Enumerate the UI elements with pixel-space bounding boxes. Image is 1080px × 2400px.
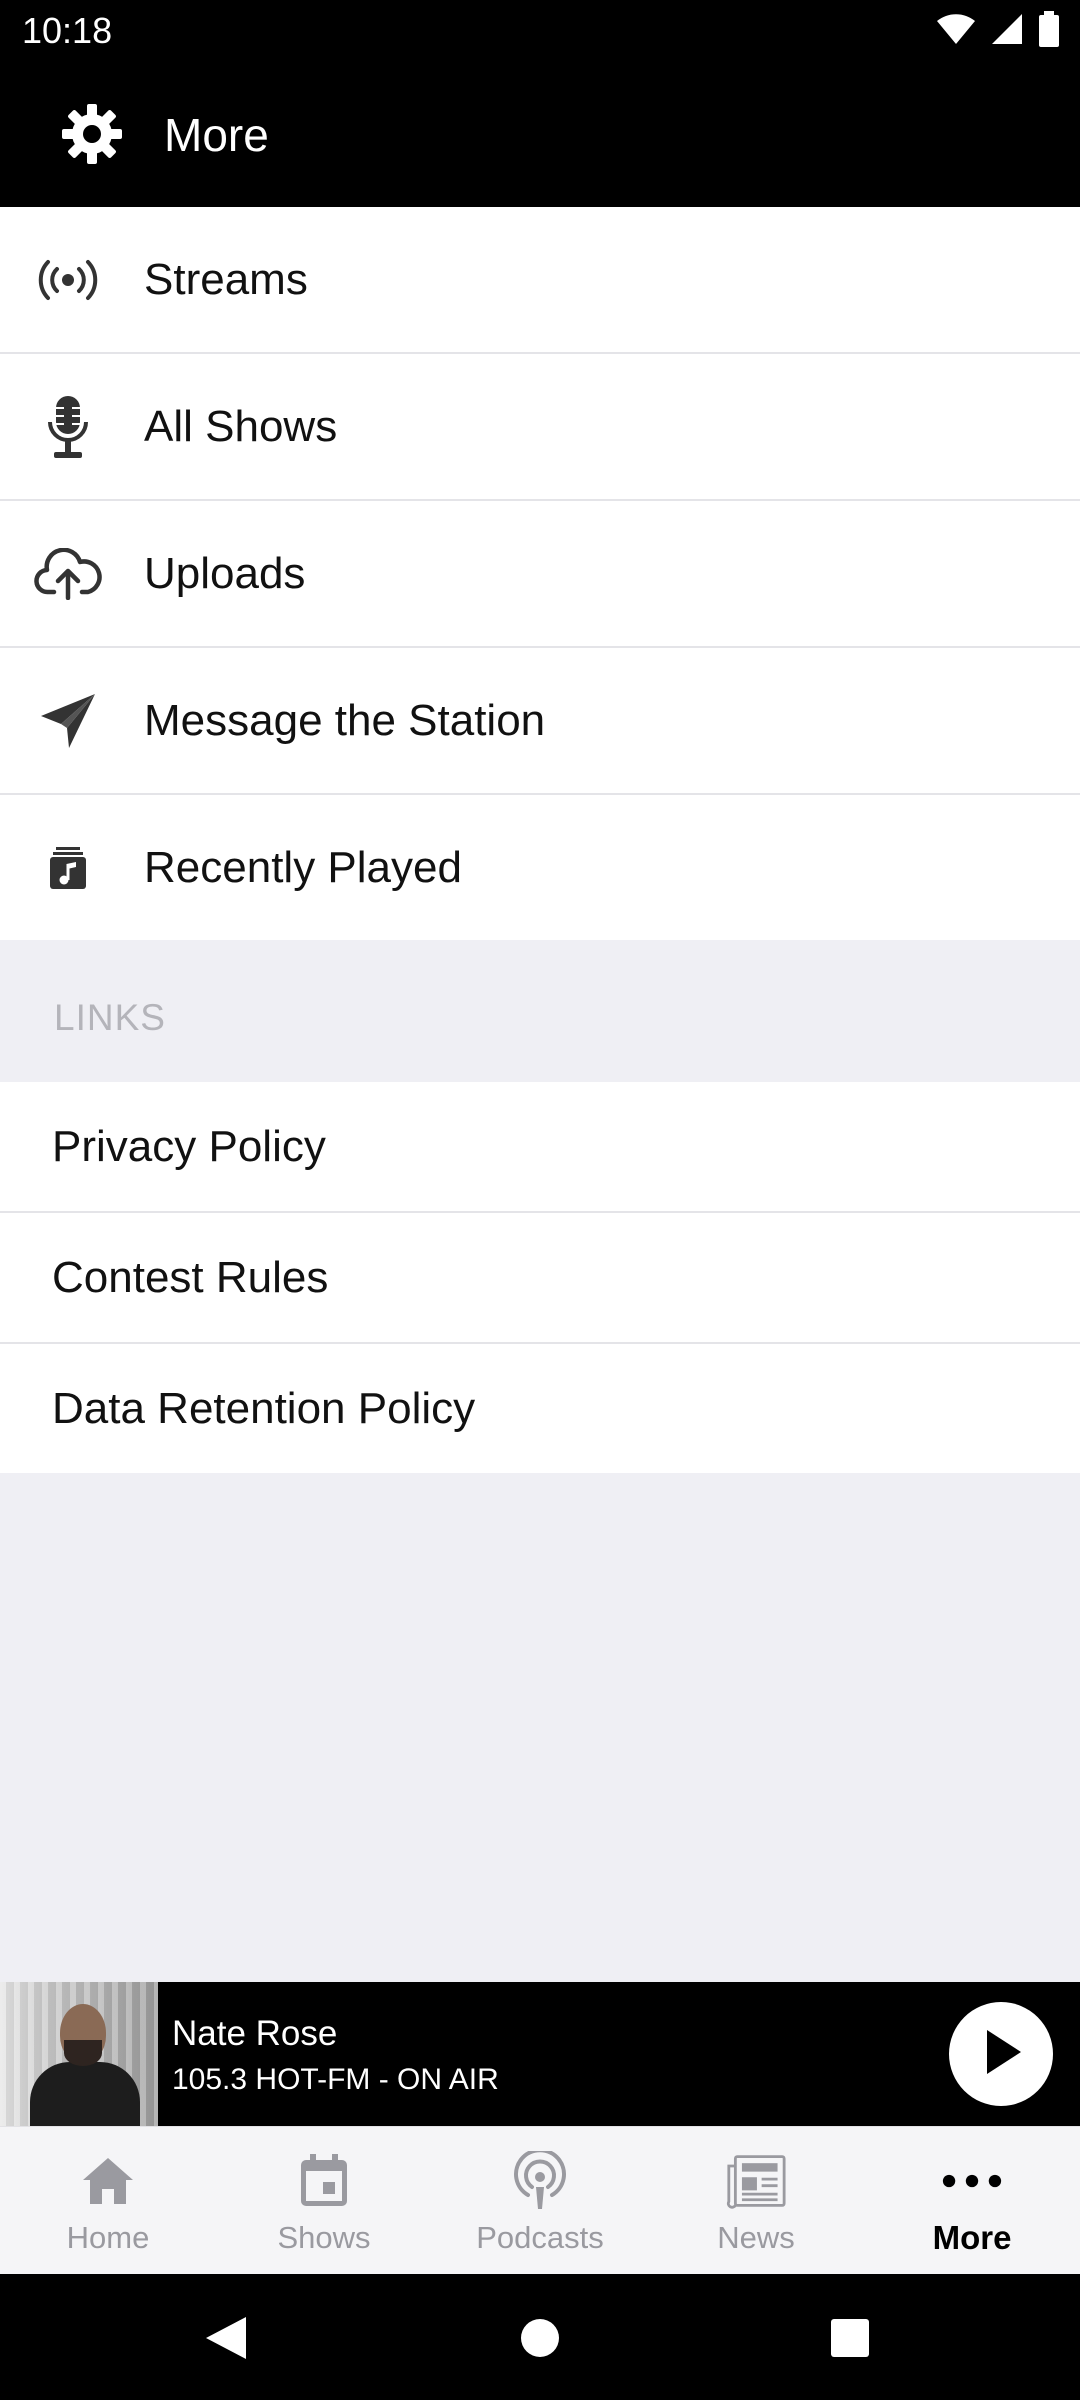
menu-item-label: Message the Station [144, 696, 546, 745]
more-dots-icon [942, 2151, 1002, 2211]
status-time: 10:18 [22, 10, 113, 51]
battery-icon [1038, 10, 1060, 52]
show-artwork [0, 1982, 158, 2126]
menu-item-all-shows[interactable]: All Shows [0, 354, 1080, 501]
menu-item-message-station[interactable]: Message the Station [0, 648, 1080, 795]
player-title: Nate Rose [172, 2014, 338, 2053]
links-list: Privacy Policy Contest Rules Data Retent… [0, 1082, 1080, 1473]
recents-icon[interactable] [820, 2308, 880, 2368]
mini-player[interactable]: Nate Rose 105.3 HOT-FM - ON AIR [0, 1982, 1080, 2126]
menu-item-uploads[interactable]: Uploads [0, 501, 1080, 648]
link-privacy-policy[interactable]: Privacy Policy [0, 1082, 1080, 1213]
home-icon [78, 2151, 138, 2211]
tab-label: More [932, 2219, 1012, 2256]
signal-icon [990, 12, 1024, 51]
tab-label: Home [66, 2220, 150, 2255]
music-note-icon [30, 835, 106, 901]
back-icon[interactable] [196, 2308, 256, 2368]
broadcast-icon [30, 247, 106, 313]
tab-podcasts[interactable]: Podcasts [432, 2127, 648, 2274]
links-section-header: LINKS [0, 940, 1080, 1082]
link-data-retention-policy[interactable]: Data Retention Policy [0, 1344, 1080, 1473]
gear-icon [60, 102, 124, 166]
podcast-icon [510, 2151, 570, 2211]
tab-shows[interactable]: Shows [216, 2127, 432, 2274]
menu-item-streams[interactable]: Streams [0, 207, 1080, 354]
cloud-upload-icon [30, 541, 106, 607]
app-header: More [0, 62, 1080, 207]
section-header-label: LINKS [54, 997, 166, 1038]
play-icon [979, 2028, 1023, 2081]
tab-label: Podcasts [476, 2220, 604, 2255]
calendar-icon [294, 2151, 354, 2211]
menu-item-recently-played[interactable]: Recently Played [0, 795, 1080, 941]
tab-more[interactable]: More [864, 2127, 1080, 2274]
menu-item-label: Recently Played [144, 843, 462, 892]
tab-news[interactable]: News [648, 2127, 864, 2274]
tab-label: Shows [277, 2220, 371, 2255]
menu-item-label: Uploads [144, 549, 306, 598]
status-icons [936, 10, 1060, 52]
link-label: Data Retention Policy [52, 1384, 476, 1433]
link-contest-rules[interactable]: Contest Rules [0, 1213, 1080, 1344]
menu-item-label: Streams [144, 255, 308, 304]
tab-label: News [717, 2220, 795, 2255]
menu-item-label: All Shows [144, 402, 338, 451]
play-button[interactable] [949, 2002, 1053, 2106]
microphone-icon [30, 394, 106, 460]
bottom-tab-bar: Home Shows Podcasts News More [0, 2126, 1080, 2274]
system-nav-bar [0, 2274, 1080, 2400]
link-label: Contest Rules [52, 1253, 329, 1302]
menu-list: Streams All Shows Uploads Message the St… [0, 207, 1080, 941]
home-nav-icon[interactable] [510, 2308, 570, 2368]
link-label: Privacy Policy [52, 1122, 326, 1171]
player-subtitle: 105.3 HOT-FM - ON AIR [172, 2063, 499, 2096]
status-bar: 10:18 [0, 0, 1080, 62]
tab-home[interactable]: Home [0, 2127, 216, 2274]
page-title: More [164, 109, 269, 161]
paper-plane-icon [30, 688, 106, 754]
wifi-icon [936, 12, 976, 51]
newspaper-icon [726, 2151, 786, 2211]
